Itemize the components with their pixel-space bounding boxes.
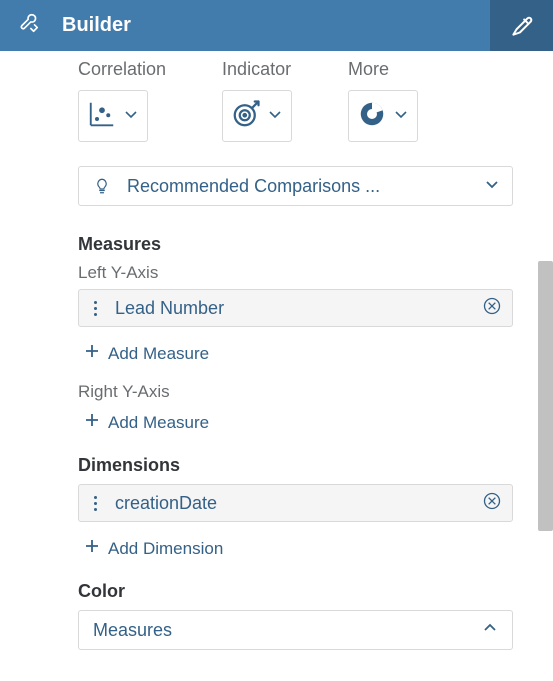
chevron-down-icon xyxy=(267,106,283,127)
drag-handle-icon[interactable] xyxy=(89,496,101,511)
measure-token-label: Lead Number xyxy=(115,298,482,319)
recommended-comparisons-label: Recommended Comparisons ... xyxy=(127,176,484,197)
recommended-comparisons-button[interactable]: Recommended Comparisons ... xyxy=(78,166,513,206)
remove-dimension-button[interactable] xyxy=(482,491,502,516)
dimensions-section-title: Dimensions xyxy=(78,455,513,476)
right-y-axis-label: Right Y-Axis xyxy=(78,382,513,402)
indicator-chart-button[interactable] xyxy=(222,90,292,142)
remove-measure-button[interactable] xyxy=(482,296,502,321)
correlation-chart-button[interactable] xyxy=(78,90,148,142)
donut-icon xyxy=(357,99,387,134)
drag-handle-icon[interactable] xyxy=(89,301,101,316)
measures-section-title: Measures xyxy=(78,234,513,255)
add-measure-right-button[interactable]: Add Measure xyxy=(78,408,513,451)
color-selector-value: Measures xyxy=(93,620,482,641)
chevron-down-icon xyxy=(484,176,500,197)
more-column: More xyxy=(348,59,418,142)
target-icon xyxy=(231,99,261,134)
dimension-token-label: creationDate xyxy=(115,493,482,514)
indicator-label: Indicator xyxy=(222,59,291,80)
add-dimension-button[interactable]: Add Dimension xyxy=(78,534,513,577)
add-measure-label: Add Measure xyxy=(108,413,209,433)
lightbulb-icon xyxy=(91,177,113,195)
add-measure-left-button[interactable]: Add Measure xyxy=(78,339,513,382)
tools-icon xyxy=(18,12,40,39)
scatter-icon xyxy=(87,99,117,134)
builder-header: Builder xyxy=(0,0,553,51)
chevron-down-icon xyxy=(393,106,409,127)
style-panel-button[interactable] xyxy=(490,0,553,51)
more-chart-button[interactable] xyxy=(348,90,418,142)
chart-type-row: Correlation xyxy=(78,59,513,142)
indicator-column: Indicator xyxy=(222,59,292,142)
chevron-down-icon xyxy=(123,106,139,127)
color-selector[interactable]: Measures xyxy=(78,610,513,650)
color-section-title: Color xyxy=(78,581,513,602)
add-measure-label: Add Measure xyxy=(108,344,209,364)
add-dimension-label: Add Dimension xyxy=(108,539,223,559)
dimension-token[interactable]: creationDate xyxy=(78,484,513,522)
measure-token[interactable]: Lead Number xyxy=(78,289,513,327)
correlation-label: Correlation xyxy=(78,59,166,80)
correlation-column: Correlation xyxy=(78,59,166,142)
header-left: Builder xyxy=(0,12,490,39)
plus-icon xyxy=(84,538,100,559)
builder-body: Correlation xyxy=(0,51,553,681)
builder-content: Correlation xyxy=(0,51,553,681)
chevron-up-icon xyxy=(482,620,498,641)
more-label: More xyxy=(348,59,389,80)
plus-icon xyxy=(84,412,100,433)
panel-title: Builder xyxy=(62,14,131,37)
plus-icon xyxy=(84,343,100,364)
left-y-axis-label: Left Y-Axis xyxy=(78,263,513,283)
scrollbar-thumb[interactable] xyxy=(538,261,553,531)
